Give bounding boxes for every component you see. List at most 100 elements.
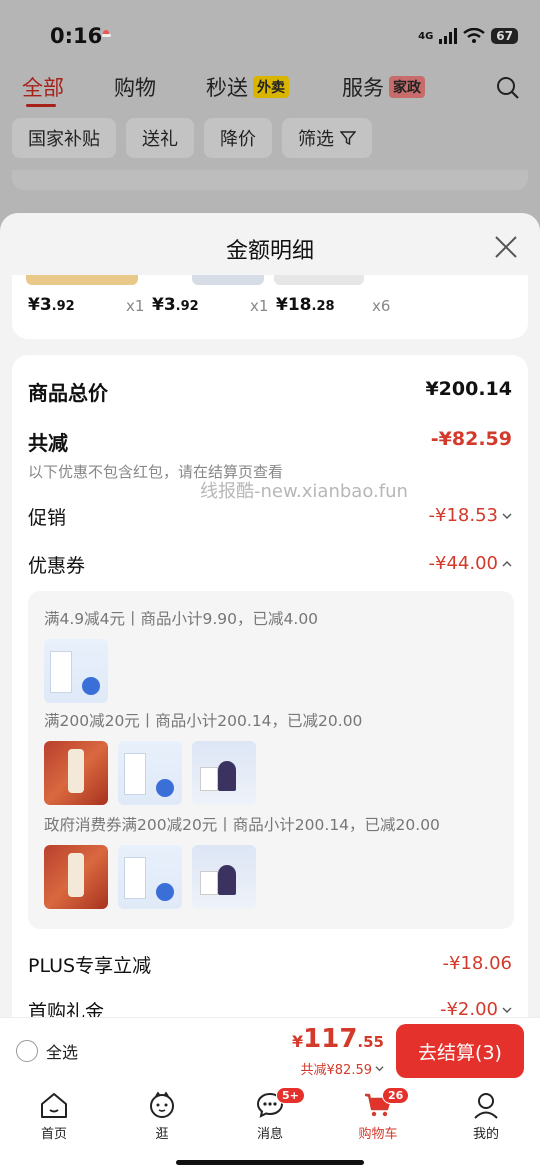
housekeeping-badge: 家政 bbox=[389, 76, 425, 98]
coupon-products bbox=[44, 845, 256, 909]
item-qty: x6 bbox=[372, 297, 391, 315]
item-price-int: ¥3 bbox=[152, 295, 176, 315]
coupon-row-toggle[interactable]: -¥44.00 bbox=[429, 553, 512, 574]
tabbar-cart-label: 购物车 bbox=[358, 1127, 398, 1142]
select-all-label: 全选 bbox=[46, 1043, 79, 1062]
total-price-dec: .55 bbox=[357, 1033, 384, 1051]
tabbar-profile-label: 我的 bbox=[472, 1127, 499, 1142]
reduce-label: 共减 bbox=[28, 431, 68, 455]
item-qty: x1 bbox=[126, 297, 145, 315]
product-thumbnail bbox=[192, 275, 264, 285]
status-indicators: 4G 67 bbox=[418, 26, 518, 46]
product-thumbnail bbox=[192, 741, 256, 805]
total-price-int: 117 bbox=[303, 1024, 358, 1054]
coupon-products bbox=[44, 741, 256, 805]
coupon-label: 优惠券 bbox=[28, 555, 86, 577]
tab-express-label: 秒送 bbox=[206, 76, 248, 100]
price-breakdown-card: 商品总价 ¥200.14 共减 -¥82.59 以下优惠不包含红包，请在结算页查… bbox=[12, 355, 528, 1083]
total-price: ¥117.55 bbox=[292, 1024, 384, 1057]
status-time: 0:16 bbox=[50, 24, 103, 48]
tabbar-home[interactable]: 首页 bbox=[14, 1091, 94, 1142]
filter-row: 国家补贴 送礼 降价 筛选 bbox=[12, 118, 372, 158]
chevron-down-icon bbox=[375, 1066, 384, 1072]
chevron-down-icon bbox=[502, 1007, 512, 1013]
select-all-toggle[interactable]: 全选 bbox=[16, 1039, 78, 1063]
checkout-button[interactable]: 去结算(3) bbox=[396, 1024, 524, 1078]
filter-gift[interactable]: 送礼 bbox=[126, 118, 194, 158]
checkout-bar: 全选 ¥117.55 共减¥82.59 去结算(3) bbox=[0, 1017, 540, 1083]
amount-detail-sheet: 金额明细 ¥3.92 x1 ¥3.92 x1 ¥18.28 x6 商品总价 ¥2… bbox=[0, 213, 540, 1083]
total-discount: 共减¥82.59 bbox=[300, 1063, 373, 1078]
home-icon bbox=[41, 1093, 67, 1118]
total-discount-toggle[interactable]: 共减¥82.59 bbox=[292, 1059, 384, 1078]
takeout-badge: 外卖 bbox=[253, 76, 289, 98]
checkout-total: ¥117.55 共减¥82.59 bbox=[292, 1024, 384, 1078]
coupon-products bbox=[44, 639, 108, 703]
search-icon[interactable] bbox=[496, 76, 520, 100]
weather-icon bbox=[102, 30, 111, 37]
browse-icon bbox=[150, 1091, 174, 1118]
filter-price-drop[interactable]: 降价 bbox=[204, 118, 272, 158]
product-thumbnail bbox=[192, 845, 256, 909]
chevron-up-icon bbox=[502, 560, 512, 566]
total-price-currency: ¥ bbox=[292, 1032, 304, 1051]
item-price-int: ¥3 bbox=[28, 295, 52, 315]
profile-icon bbox=[474, 1093, 498, 1119]
message-count-badge: 5+ bbox=[276, 1087, 305, 1104]
category-tabs: 全部 购物 秒送 外卖 服务 家政 bbox=[0, 72, 540, 112]
coupon-value: -¥44.00 bbox=[428, 553, 498, 574]
filter-subsidy-label: 国家补贴 bbox=[28, 129, 100, 150]
tab-service-label: 服务 bbox=[342, 76, 384, 100]
tab-service[interactable]: 服务 家政 bbox=[342, 72, 425, 102]
close-icon[interactable] bbox=[494, 235, 518, 259]
background-page: 0:16 4G 67 全部 购物 秒送 外卖 服务 家政 国家补贴 送礼 降价 筛选 bbox=[0, 0, 540, 240]
promo-value: -¥18.53 bbox=[428, 505, 498, 526]
filter-price-drop-label: 降价 bbox=[220, 129, 256, 150]
tabbar-browse-label: 逛 bbox=[155, 1127, 169, 1142]
product-thumbnail bbox=[118, 845, 182, 909]
tabbar-browse[interactable]: 逛 bbox=[122, 1091, 202, 1142]
coupon-rule: 满4.9减4元丨商品小计9.90，已减4.00 bbox=[44, 610, 319, 628]
cart-count-badge: 26 bbox=[382, 1087, 410, 1104]
filter-button[interactable]: 筛选 bbox=[282, 118, 372, 158]
select-all-radio[interactable] bbox=[16, 1040, 38, 1062]
network-label: 4G bbox=[418, 30, 434, 42]
tabbar-messages-label: 消息 bbox=[256, 1127, 283, 1142]
coupon-rule: 满200减20元丨商品小计200.14，已减20.00 bbox=[44, 712, 363, 730]
item-price-dec: .92 bbox=[175, 299, 199, 314]
filter-gift-label: 送礼 bbox=[142, 129, 178, 150]
total-label: 商品总价 bbox=[28, 381, 108, 405]
tab-all-label: 全部 bbox=[22, 76, 64, 100]
reduce-value: -¥82.59 bbox=[430, 428, 512, 450]
filter-button-label: 筛选 bbox=[298, 129, 334, 150]
coupon-rule: 政府消费券满200减20元丨商品小计200.14，已减20.00 bbox=[44, 816, 440, 834]
sheet-header: 金额明细 bbox=[0, 213, 540, 281]
watermark: 线报酷-new.xianbao.fun bbox=[200, 481, 408, 502]
item-price-dec: .92 bbox=[51, 299, 75, 314]
item-price: ¥18.28 bbox=[276, 295, 335, 315]
sheet-title: 金额明细 bbox=[225, 239, 314, 264]
item-price-int: ¥18 bbox=[276, 295, 312, 315]
background-card bbox=[12, 170, 528, 190]
promo-label: 促销 bbox=[28, 507, 67, 529]
filter-subsidy[interactable]: 国家补贴 bbox=[12, 118, 116, 158]
promo-row-toggle[interactable]: -¥18.53 bbox=[429, 505, 512, 526]
product-thumbnail bbox=[118, 741, 182, 805]
item-qty: x1 bbox=[250, 297, 269, 315]
plus-value: -¥18.06 bbox=[442, 953, 512, 974]
tabbar-messages[interactable]: 消息 5+ bbox=[230, 1087, 310, 1142]
product-thumbnail bbox=[44, 741, 108, 805]
tabbar-home-label: 首页 bbox=[40, 1127, 67, 1142]
tab-shopping-label: 购物 bbox=[114, 76, 156, 100]
tab-express[interactable]: 秒送 外卖 bbox=[206, 72, 289, 102]
tab-all[interactable]: 全部 bbox=[22, 72, 64, 102]
tab-shopping[interactable]: 购物 bbox=[114, 72, 156, 102]
home-indicator bbox=[176, 1160, 364, 1165]
plus-label: PLUS专享立减 bbox=[28, 955, 152, 977]
tabbar-cart[interactable]: 购物车 26 bbox=[338, 1087, 418, 1142]
battery-indicator: 67 bbox=[491, 28, 518, 44]
item-price: ¥3.92 bbox=[152, 295, 199, 315]
product-strip: ¥3.92 x1 ¥3.92 x1 ¥18.28 x6 bbox=[12, 275, 528, 339]
tabbar-profile[interactable]: 我的 bbox=[446, 1091, 526, 1142]
signal-icon bbox=[439, 28, 458, 44]
